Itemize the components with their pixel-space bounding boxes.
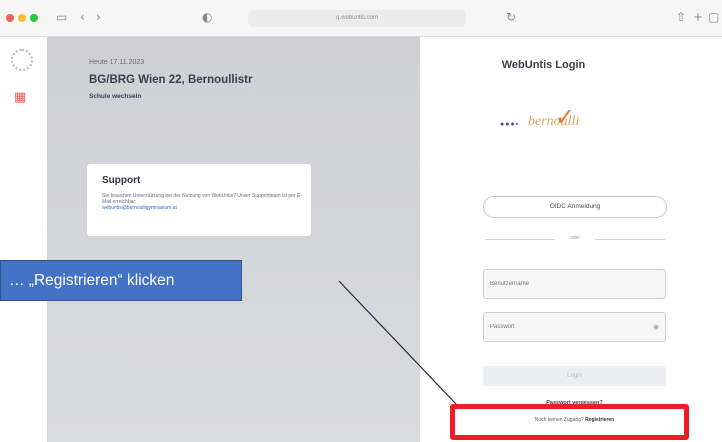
login-panel: WebUntis Login ●●●▪ bernoulli ✓ OIDC Anm…	[421, 37, 722, 442]
browser-toolbar: ▭ ‹ › ◐ q.webuntis.com ↻ ⇧ + ▢	[0, 0, 722, 37]
register-highlight-box	[450, 404, 689, 440]
today-date: Heute 17.11.2023	[89, 59, 145, 66]
shield-icon: ◐	[202, 10, 213, 24]
divider-text: oder	[569, 235, 580, 241]
zoom-window-button[interactable]	[30, 14, 38, 22]
school-panel: Heute 17.11.2023 BG/BRG Wien 22, Bernoul…	[47, 37, 420, 442]
logo-dots: ●●●▪	[500, 121, 520, 128]
password-field[interactable]	[483, 312, 666, 342]
or-divider: oder	[485, 232, 665, 246]
support-title: Support	[102, 175, 141, 186]
login-button[interactable]: Login	[483, 366, 666, 386]
support-card: Support Sie brauchen Unterstützung bei d…	[87, 164, 311, 236]
app-rail: ▦	[0, 37, 48, 442]
oidc-login-button[interactable]: OIDC Anmeldung	[483, 196, 667, 218]
minimize-window-button[interactable]	[18, 14, 26, 22]
calendar-icon[interactable]: ▦	[14, 90, 26, 105]
address-bar[interactable]: q.webuntis.com	[248, 10, 466, 27]
change-school-link[interactable]: Schule wechseln	[89, 93, 141, 100]
plus-icon[interactable]: +	[693, 10, 703, 24]
divider-line-right	[595, 239, 665, 240]
username-field[interactable]	[483, 269, 666, 299]
close-window-button[interactable]	[6, 14, 14, 22]
instruction-callout: … „Registrieren“ klicken	[0, 260, 242, 301]
webuntis-logo-icon	[11, 49, 33, 71]
support-text: Sie brauchen Unterstützung bei der Nutzu…	[102, 193, 303, 205]
checkmark-icon: ✓	[555, 103, 576, 131]
share-icon[interactable]: ⇧	[676, 10, 686, 24]
login-title: WebUntis Login	[501, 59, 586, 71]
support-email-link[interactable]: webuntis@bernoulligymnasium.at	[102, 205, 177, 211]
divider-line-left	[485, 239, 555, 240]
forward-icon[interactable]: ›	[96, 10, 101, 24]
school-name: BG/BRG Wien 22, Bernoullistr	[89, 74, 253, 86]
school-logo: ●●●▪ bernoulli ✓	[500, 103, 600, 147]
refresh-icon[interactable]: ↻	[506, 10, 516, 24]
tabs-icon[interactable]: ▢	[708, 10, 719, 24]
back-icon[interactable]: ‹	[80, 10, 85, 24]
sidebar-icon[interactable]: ▭	[56, 10, 67, 24]
show-password-icon[interactable]: ◉	[653, 323, 659, 331]
